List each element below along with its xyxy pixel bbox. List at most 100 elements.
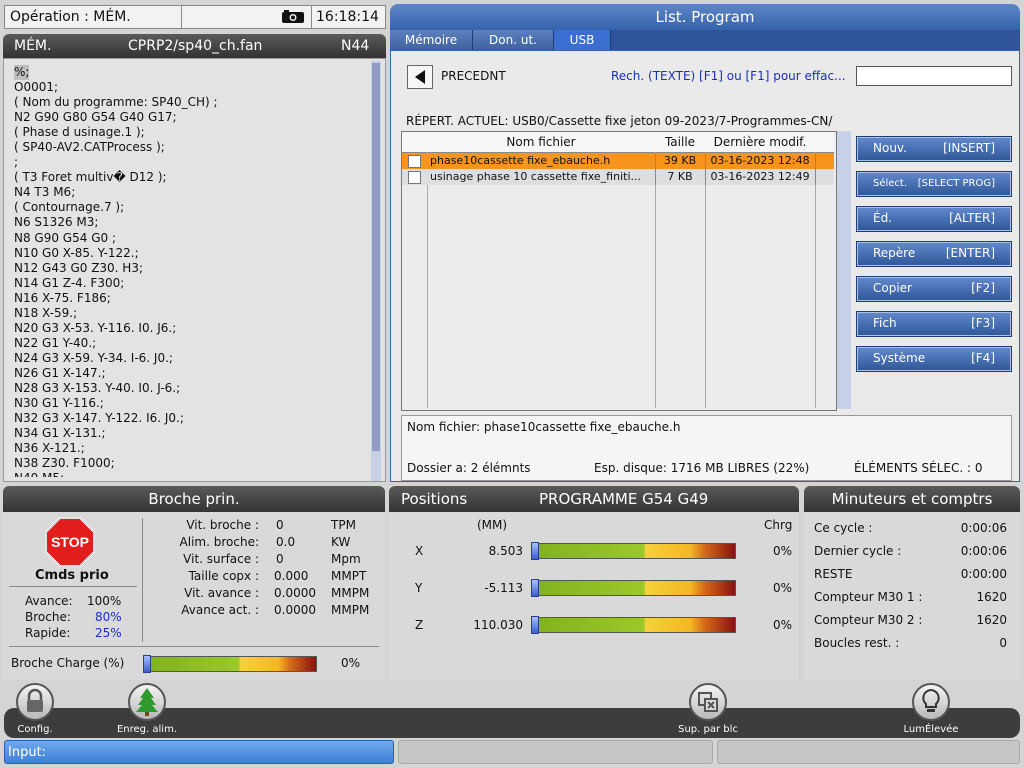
code-line[interactable]: %; bbox=[14, 65, 369, 81]
code-line[interactable]: N38 Z30. F1000; bbox=[14, 456, 369, 471]
feed-record-button[interactable]: Enreg. alim. bbox=[102, 683, 192, 735]
button-label: Système bbox=[873, 351, 926, 365]
previous-button[interactable] bbox=[407, 65, 433, 89]
code-line[interactable]: ( Phase d usinage.1 ); bbox=[14, 125, 369, 140]
code-line[interactable]: N36 X-121.; bbox=[14, 441, 369, 456]
code-line[interactable]: ( Contournage.7 ); bbox=[14, 200, 369, 215]
operation-mode: Opération : MÉM. bbox=[10, 9, 131, 25]
file-table-scrollbar[interactable] bbox=[837, 131, 851, 409]
axis-label: Y bbox=[415, 581, 423, 595]
camera-icon bbox=[282, 10, 304, 23]
column-header-size[interactable]: Taille bbox=[655, 132, 706, 153]
code-line[interactable]: ( T3 Foret multiv� D12 ); bbox=[14, 170, 369, 185]
code-line-text: ( Phase d usinage.1 ); bbox=[14, 125, 145, 140]
current-directory: RÉPERT. ACTUEL: USB0/Cassette fixe jeton… bbox=[406, 114, 833, 128]
copy-button[interactable]: Copier [F2] bbox=[856, 276, 1012, 302]
column-header-date[interactable]: Dernière modif. bbox=[705, 132, 816, 153]
code-line[interactable]: N18 X-59.; bbox=[14, 306, 369, 321]
param-label: Vit. avance : bbox=[184, 586, 259, 600]
work-light-button[interactable]: LumÉlevée bbox=[886, 683, 976, 735]
code-line-text: N4 T3 M6; bbox=[14, 185, 76, 200]
code-line[interactable]: ( SP40-AV2.CATProcess ); bbox=[14, 140, 369, 155]
select-program-button[interactable]: Sélect. [SELECT PROG] bbox=[856, 171, 1012, 197]
code-line[interactable]: ( Nom du programme: SP40_CH) ; bbox=[14, 95, 369, 110]
search-label: Rech. (TEXTE) [F1] ou [F1] pour effac... bbox=[611, 69, 846, 83]
spindle-panel: Broche prin. STOP Cmds prio Avance: 100%… bbox=[3, 486, 385, 680]
code-line-text: ( T3 Foret multiv� D12 ); bbox=[14, 170, 167, 185]
axis-value: 8.503 bbox=[488, 544, 523, 558]
code-line[interactable]: N8 G90 G54 G0 ; bbox=[14, 231, 369, 246]
memory-mode: MÉM. bbox=[14, 38, 52, 54]
status-bar bbox=[717, 740, 1020, 764]
code-line-text: N12 G43 G0 Z30. H3; bbox=[14, 260, 144, 275]
button-key: [F2] bbox=[971, 281, 995, 295]
counter-value: 0 bbox=[999, 636, 1007, 650]
code-line[interactable]: N16 X-75. F186; bbox=[14, 291, 369, 306]
counter-value: 1620 bbox=[976, 590, 1007, 604]
timer-value: 0:00:00 bbox=[960, 567, 1007, 581]
code-line-text: N38 Z30. F1000; bbox=[14, 456, 115, 471]
code-line[interactable]: ; bbox=[14, 155, 369, 170]
program-name: CPRP2/sp40_ch.fan bbox=[128, 38, 263, 54]
file-table[interactable]: Nom fichier Taille Dernière modif. phase… bbox=[401, 131, 837, 411]
tree-icon bbox=[128, 683, 166, 721]
code-line[interactable]: O0001; bbox=[14, 80, 369, 95]
block-delete-button[interactable]: Sup. par blc bbox=[663, 683, 753, 735]
work-light-label: LumÉlevée bbox=[903, 724, 959, 735]
new-button[interactable]: Nouv. [INSERT] bbox=[856, 136, 1012, 162]
code-line[interactable]: N14 G1 Z-4. F300; bbox=[14, 276, 369, 291]
program-code-panel[interactable]: %; O0001;( Nom du programme: SP40_CH) ; N2… bbox=[3, 58, 386, 482]
code-line-text: N34 G1 X-131.; bbox=[14, 426, 106, 441]
table-row[interactable]: phase10cassette fixe_ebauche.h 39 KB 03-… bbox=[402, 153, 834, 169]
alter-button[interactable]: Éd. [ALTER] bbox=[856, 206, 1012, 232]
tab-memoire[interactable]: Mémoire bbox=[390, 30, 473, 50]
scrollbar-thumb[interactable] bbox=[372, 63, 380, 451]
timer-value: 0:00:06 bbox=[960, 521, 1007, 535]
code-line[interactable]: N20 G3 X-53. Y-116. I0. J6.; bbox=[14, 321, 369, 336]
row-checkbox[interactable] bbox=[408, 171, 421, 184]
table-row[interactable]: usinage phase 10 cassette fixe_finiti...… bbox=[402, 169, 834, 185]
code-line[interactable]: N4 T3 M6; bbox=[14, 185, 369, 200]
tab-usb[interactable]: USB bbox=[554, 30, 611, 50]
axis-load-bar bbox=[531, 616, 736, 634]
code-line[interactable]: N6 S1326 M3; bbox=[14, 215, 369, 230]
code-line[interactable]: N34 G1 X-131.; bbox=[14, 426, 369, 441]
operation-bar: Opération : MÉM. 16:18:14 bbox=[4, 5, 386, 29]
file-button[interactable]: Fich [F3] bbox=[856, 311, 1012, 337]
code-line[interactable]: N24 G3 X-59. Y-34. I-6. J0.; bbox=[14, 351, 369, 366]
config-label: Config. bbox=[17, 724, 53, 735]
code-line[interactable]: N30 G1 Y-116.; bbox=[14, 396, 369, 411]
param-unit: Mpm bbox=[331, 552, 361, 566]
code-line[interactable]: N2 G90 G80 G54 G40 G17; bbox=[14, 110, 369, 125]
program-code[interactable]: %; O0001;( Nom du programme: SP40_CH) ; N2… bbox=[14, 65, 369, 477]
code-line[interactable]: N10 G0 X-85. Y-122.; bbox=[14, 246, 369, 261]
config-button[interactable]: Config. bbox=[0, 683, 80, 735]
system-button[interactable]: Système [F4] bbox=[856, 346, 1012, 372]
mark-button[interactable]: Repère [ENTER] bbox=[856, 241, 1012, 267]
code-line-text: N18 X-59.; bbox=[14, 305, 78, 320]
code-scrollbar[interactable] bbox=[371, 61, 381, 481]
positions-title: Positions bbox=[401, 490, 468, 508]
param-label: Avance act. : bbox=[181, 603, 259, 617]
counter-label: Boucles rest. : bbox=[814, 636, 900, 650]
code-line[interactable]: N22 G1 Y-40.; bbox=[14, 336, 369, 351]
code-line-text: ( SP40-AV2.CATProcess ); bbox=[14, 140, 165, 155]
code-line[interactable]: N28 G3 X-153. Y-40. I0. J-6.; bbox=[14, 381, 369, 396]
spindle-load-bar bbox=[143, 655, 317, 673]
priority-commands-label: Cmds prio bbox=[35, 568, 109, 583]
feed-record-label: Enreg. alim. bbox=[116, 724, 177, 735]
stop-sign-icon: STOP bbox=[45, 517, 95, 567]
tab-donnees-utilisateur[interactable]: Don. ut. bbox=[473, 30, 554, 50]
code-line[interactable]: N32 G3 X-147. Y-122. I6. J0.; bbox=[14, 411, 369, 426]
divider bbox=[9, 586, 137, 587]
input-field[interactable]: Input: bbox=[4, 740, 394, 764]
button-key: [ENTER] bbox=[945, 246, 995, 260]
code-line[interactable]: N40 M5; bbox=[14, 471, 369, 477]
row-checkbox[interactable] bbox=[408, 155, 421, 168]
search-input[interactable] bbox=[856, 66, 1012, 86]
info-selected-count: ÉLÉMENTS SÉLEC. : 0 bbox=[854, 461, 983, 475]
code-line[interactable]: N12 G43 G0 Z30. H3; bbox=[14, 261, 369, 276]
code-line[interactable]: N26 G1 X-147.; bbox=[14, 366, 369, 381]
column-header-name[interactable]: Nom fichier bbox=[427, 132, 656, 153]
positions-header: Positions PROGRAMME G54 G49 bbox=[389, 486, 799, 512]
